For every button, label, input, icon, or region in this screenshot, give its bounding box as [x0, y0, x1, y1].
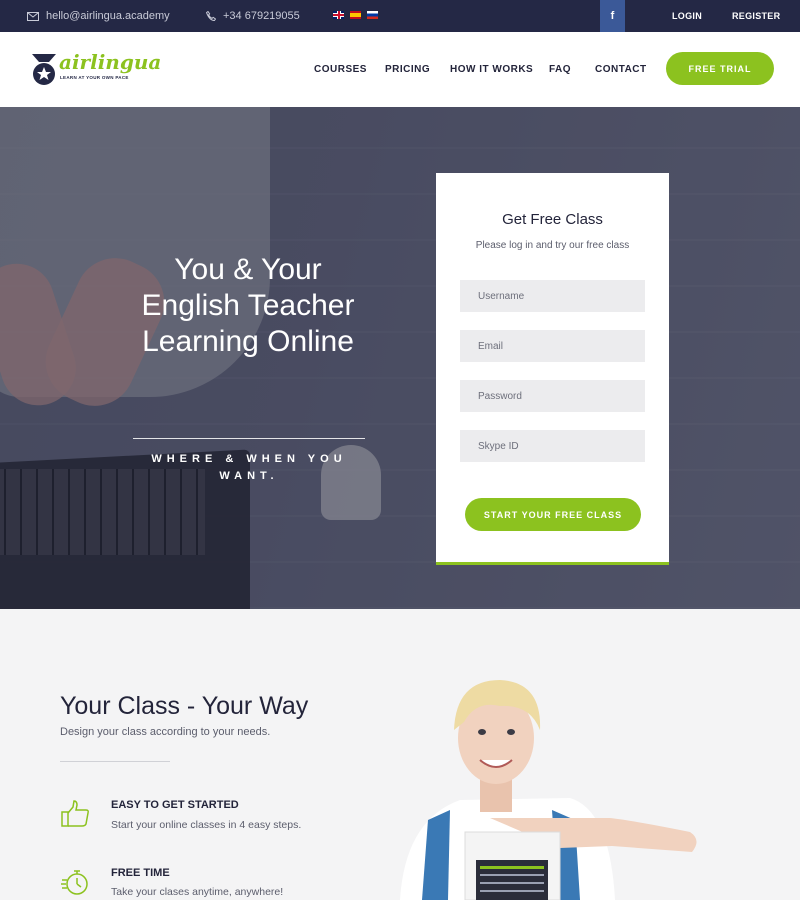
form-title: Get Free Class: [502, 211, 603, 228]
password-field[interactable]: [460, 380, 645, 412]
skype-id-field[interactable]: [460, 430, 645, 462]
phone-contact[interactable]: +34 679219055: [206, 0, 300, 32]
hero-divider: [133, 438, 365, 439]
email-text: hello@airlingua.academy: [46, 10, 170, 22]
hero-overlay: [0, 107, 800, 609]
register-link[interactable]: REGISTER: [732, 0, 780, 32]
thumbs-up-icon: [61, 800, 89, 827]
start-free-class-button[interactable]: START YOUR FREE CLASS: [465, 498, 641, 531]
student-photo: [400, 680, 697, 900]
logo-tagline: LEARN AT YOUR OWN PACE: [60, 75, 129, 80]
feature-desc-easy-start: Start your online classes in 4 easy step…: [111, 819, 302, 831]
username-field[interactable]: [460, 280, 645, 312]
hero-subtitle: WHERE & WHEN YOU WANT.: [151, 453, 347, 482]
form-subtitle: Please log in and try our free class: [475, 240, 630, 251]
language-selector: [333, 11, 378, 19]
hero-title: You & Your English Teacher Learning Onli…: [141, 253, 355, 358]
free-trial-button[interactable]: FREE TRIAL: [666, 52, 774, 85]
logo-text: airlingua: [59, 50, 162, 74]
email-field[interactable]: [460, 330, 645, 362]
features-divider: [60, 761, 170, 762]
feature-title-free-time: FREE TIME: [111, 867, 170, 879]
features-title: Your Class - Your Way: [60, 692, 309, 720]
english-flag-icon[interactable]: [333, 11, 344, 19]
envelope-icon: [27, 11, 39, 21]
top-bar: hello@airlingua.academy +34 679219055 f …: [0, 0, 800, 32]
phone-text: +34 679219055: [223, 10, 300, 22]
stopwatch-icon: [61, 870, 88, 895]
spanish-flag-icon[interactable]: [350, 11, 361, 19]
nav-courses[interactable]: COURSES: [314, 32, 367, 107]
main-header: airlingua LEARN AT YOUR OWN PACE COURSES…: [0, 32, 800, 107]
logo[interactable]: airlingua LEARN AT YOUR OWN PACE: [29, 50, 161, 90]
feature-desc-free-time: Take your clases anytime, anywhere!: [111, 886, 284, 898]
feature-title-easy-start: EASY TO GET STARTED: [111, 799, 239, 811]
russian-flag-icon[interactable]: [367, 11, 378, 19]
features-subtitle: Design your class according to your need…: [60, 726, 271, 738]
logo-mark-icon: [32, 54, 56, 85]
free-class-form: Get Free Class Please log in and try our…: [436, 173, 669, 565]
nav-how-it-works[interactable]: HOW IT WORKS: [450, 32, 533, 107]
nav-faq[interactable]: FAQ: [549, 32, 571, 107]
phone-icon: [206, 11, 216, 21]
hero-section: You & Your English Teacher Learning Onli…: [0, 107, 800, 609]
facebook-icon[interactable]: f: [600, 0, 625, 32]
login-link[interactable]: LOGIN: [672, 0, 702, 32]
nav-contact[interactable]: CONTACT: [595, 32, 647, 107]
nav-pricing[interactable]: PRICING: [385, 32, 430, 107]
email-contact[interactable]: hello@airlingua.academy: [27, 0, 170, 32]
